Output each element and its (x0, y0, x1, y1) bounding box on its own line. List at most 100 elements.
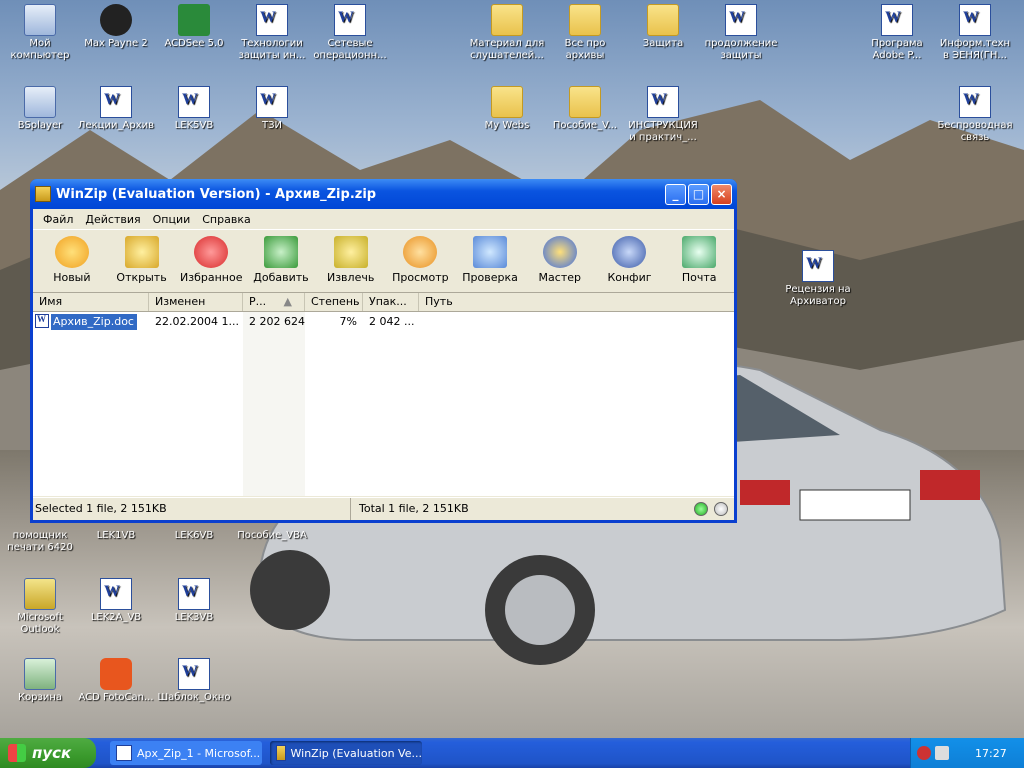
add-files-icon (263, 236, 298, 268)
computer-icon (24, 4, 56, 36)
word-doc-icon (647, 86, 679, 118)
file-modified-cell: 22.02.2004 1... (155, 315, 239, 328)
menu-file[interactable]: Файл (37, 213, 79, 226)
desktop-icon-doc-instruction[interactable]: ИНСТРУКЦИЯ и практич_... (625, 86, 701, 144)
word-doc-icon (116, 745, 132, 761)
word-doc-icon (959, 4, 991, 36)
column-modified[interactable]: Изменен (149, 293, 243, 311)
menu-options[interactable]: Опции (147, 213, 197, 226)
word-doc-icon (178, 86, 210, 118)
desktop-icon-print-helper[interactable]: помощник печати 6420 (2, 530, 78, 554)
taskbar-item-winzip[interactable]: WinZip (Evaluation Ve... (270, 741, 422, 765)
maximize-button[interactable]: □ (688, 183, 709, 205)
word-doc-icon (725, 4, 757, 36)
winzip-icon (35, 186, 51, 202)
desktop-icon-doc-lek5vb[interactable]: LEK5VB (156, 86, 232, 132)
minimize-button[interactable]: _ (665, 183, 686, 205)
desktop-icon-acd-fotocanvas[interactable]: ACD FotoCan... (78, 658, 154, 704)
file-list[interactable]: Архив_Zip.doc 22.02.2004 1... 2 202 624 … (33, 312, 734, 496)
desktop-icon-doc-lectures[interactable]: Лекции_Архив (78, 86, 154, 132)
desktop-icon-max-payne[interactable]: Max Payne 2 (78, 4, 154, 50)
column-name[interactable]: Имя (33, 293, 149, 311)
desktop-icon-outlook[interactable]: Microsoft Outlook (2, 578, 78, 636)
desktop-icon-doc-lek2a[interactable]: LEK2A_VB (78, 578, 154, 624)
outlook-icon (24, 578, 56, 610)
file-name-cell[interactable]: Архив_Zip.doc (33, 314, 149, 330)
open-button[interactable]: Открыть (107, 230, 177, 284)
sort-ascending-icon: ▲ (283, 295, 292, 308)
word-doc-icon (881, 4, 913, 36)
folder-icon (491, 86, 523, 118)
word-doc-icon (35, 314, 49, 328)
word-doc-icon (100, 578, 132, 610)
config-button[interactable]: Конфиг (595, 230, 665, 284)
list-header: Имя Изменен Р... ▲ Степень Упак... Путь (33, 293, 734, 312)
extract-icon (333, 236, 368, 268)
desktop-icon-doc-inform[interactable]: Информ.техн в ЭЕНЯ(ГН... (937, 4, 1013, 62)
desktop-icon-folder-posobie[interactable]: Пособие_V... (547, 86, 623, 132)
wizard-button[interactable]: Мастер (525, 230, 595, 284)
desktop-icon-recycle-bin[interactable]: Корзина (2, 658, 78, 704)
mail-envelope-icon (682, 236, 717, 268)
system-tray: 17:27 (910, 738, 1024, 768)
desktop-icon-doc-wireless[interactable]: Беспроводная связь (937, 86, 1013, 144)
view-button[interactable]: Просмотр (386, 230, 456, 284)
open-folder-icon (124, 236, 159, 268)
desktop-icon-doc-lek3vb[interactable]: LEK3VB (156, 578, 232, 624)
desktop-icon-folder-material[interactable]: Материал для слушателей... (469, 4, 545, 62)
file-path-cell (419, 314, 734, 330)
desktop-icon-doc-shablon[interactable]: Шаблок_Окно (156, 658, 232, 704)
word-doc-icon (100, 86, 132, 118)
start-button[interactable]: пуск (0, 738, 96, 768)
extract-button[interactable]: Извлечь (316, 230, 386, 284)
word-doc-icon (959, 86, 991, 118)
menu-actions[interactable]: Действия (79, 213, 146, 226)
speaker-icon[interactable] (935, 746, 949, 760)
sorted-column-shade (243, 312, 305, 496)
winzip-window[interactable]: WinZip (Evaluation Version) - Архив_Zip.… (30, 179, 737, 523)
desktop-icon-my-computer[interactable]: Мой компьютер (2, 4, 78, 62)
wizard-icon (542, 236, 577, 268)
desktop-icon-doc-lek6vb[interactable]: LEK6VB (156, 530, 232, 542)
column-ratio[interactable]: Степень (305, 293, 363, 311)
column-path[interactable]: Путь (419, 293, 734, 311)
mail-button[interactable]: Почта (664, 230, 734, 284)
new-button[interactable]: Новый (37, 230, 107, 284)
desktop-icon-doc-tech[interactable]: Технологии защиты ин... (234, 4, 310, 62)
winzip-icon (276, 745, 286, 761)
desktop-icon-doc-network[interactable]: Сетевые операционн... (312, 4, 388, 62)
clock[interactable]: 17:27 (975, 747, 1007, 760)
gray-led-icon (714, 502, 728, 516)
favorites-button[interactable]: Избранное (176, 230, 246, 284)
desktop-icon-folder-archives[interactable]: Все про архивы (547, 4, 623, 62)
column-size[interactable]: Р... ▲ (243, 293, 305, 311)
folder-icon (491, 4, 523, 36)
desktop-icon-doc-tzi[interactable]: ТЗИ (234, 86, 310, 132)
desktop-icon-folder-protection[interactable]: Защита (625, 4, 701, 50)
desktop-icon-doc-adobe[interactable]: Програма Adobe P... (859, 4, 935, 62)
check-button[interactable]: Проверка (455, 230, 525, 284)
table-row[interactable]: Архив_Zip.doc 22.02.2004 1... 2 202 624 … (33, 314, 734, 330)
acd-fotocanvas-icon (100, 658, 132, 690)
desktop-icon-folder-mywebs[interactable]: My Webs (469, 86, 545, 132)
desktop-icon-doc-posobie-vba[interactable]: Пособие_VBA (234, 530, 310, 542)
close-button[interactable]: × (711, 183, 732, 205)
desktop-icon-acdsee[interactable]: ACDSee 5.0 (156, 4, 232, 50)
title-bar[interactable]: WinZip (Evaluation Version) - Архив_Zip.… (30, 179, 737, 209)
bsplayer-icon (24, 86, 56, 118)
desktop: Мой компьютер Max Payne 2 ACDSee 5.0 Тех… (0, 0, 1024, 738)
word-doc-icon (256, 86, 288, 118)
taskbar-item-word[interactable]: Apx_Zip_1 - Microsof... (110, 741, 262, 765)
network-icon[interactable] (917, 746, 931, 760)
window-client: Файл Действия Опции Справка Новый Открыт… (33, 209, 734, 520)
desktop-icon-doc-review[interactable]: Рецензия на Архиватор (780, 250, 856, 308)
add-button[interactable]: Добавить (246, 230, 316, 284)
column-packed[interactable]: Упак... (363, 293, 419, 311)
file-ratio-cell: 7% (339, 315, 357, 328)
desktop-icon-doc-continuation[interactable]: продолжение защиты (703, 4, 779, 62)
desktop-icon-bsplayer[interactable]: BSplayer (2, 86, 78, 132)
menu-help[interactable]: Справка (196, 213, 256, 226)
file-packed-cell: 2 042 ... (369, 315, 415, 328)
desktop-icon-doc-lek1vb[interactable]: LEK1VB (78, 530, 154, 542)
word-doc-icon (802, 250, 834, 282)
